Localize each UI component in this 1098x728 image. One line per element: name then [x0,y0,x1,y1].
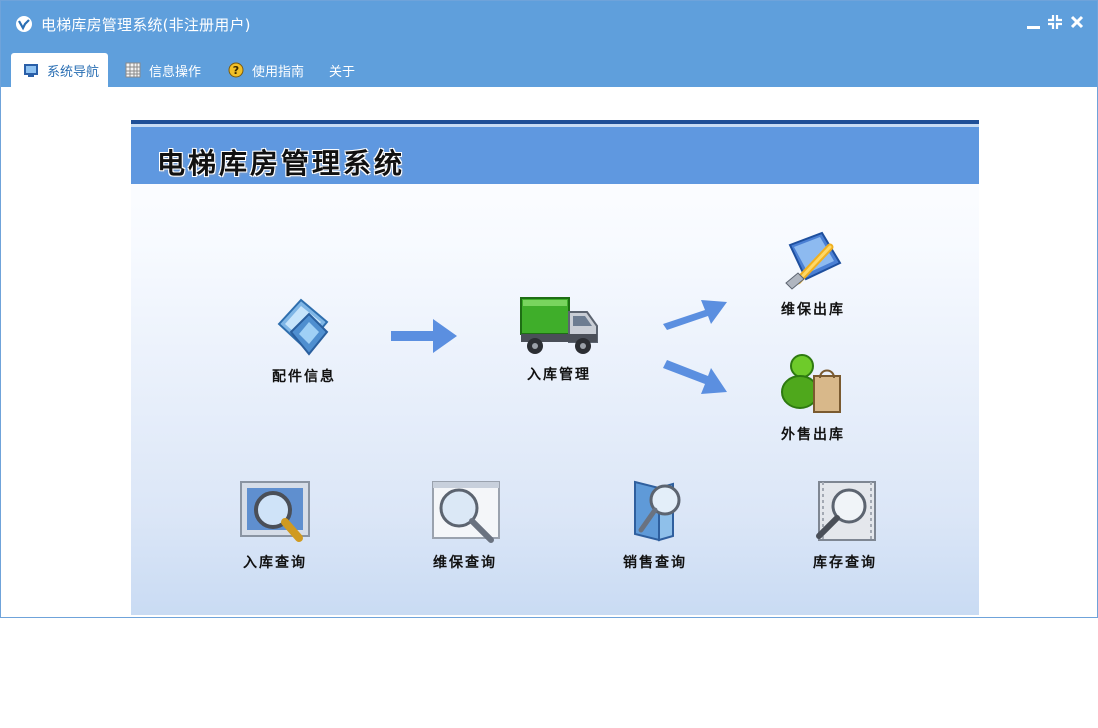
monitor-icon [24,64,38,77]
sales-query-label: 销售查询 [623,555,687,571]
app-logo-icon [16,16,32,32]
tab-label: 关于 [329,64,356,80]
sales-out-button[interactable]: 外售出库 [771,350,855,444]
menu-bar: 系统导航 信息操作 ? 使用指南 关于 [1,45,1097,87]
maintenance-search-icon [432,481,500,543]
inventory-search-icon [816,481,876,541]
inventory-query-label: 库存查询 [813,555,877,571]
window-title: 电梯库房管理系统(非注册用户) [41,16,251,34]
sales-search-icon [634,480,681,542]
tab-about[interactable]: 关于 [329,53,355,87]
flow-arrow-down-icon [663,360,727,394]
parts-info-icon [277,298,329,356]
grid-icon [125,62,141,78]
inventory-query-button[interactable]: 库存查询 [801,478,889,572]
minimize-icon[interactable] [1026,13,1042,31]
tab-label: 使用指南 [252,64,305,80]
maintenance-query-button[interactable]: 维保查询 [421,478,509,572]
tab-system-navigation[interactable]: 系统导航 [11,53,108,87]
stock-in-query-label: 入库查询 [243,555,307,571]
help-icon: ? [228,62,244,78]
content-area: 电梯库房管理系统 配件信息 入库管理 维保出库 外售出库 入库查询 维保查询 销… [1,87,1097,617]
parts-info-label: 配件信息 [272,369,336,385]
parts-info-button[interactable]: 配件信息 [261,292,347,386]
restore-icon[interactable] [1047,13,1063,31]
stock-in-query-button[interactable]: 入库查询 [231,478,319,572]
flow-arrow-icon [391,319,457,353]
svg-text:?: ? [233,64,239,77]
truck-icon [520,297,598,354]
sales-out-label: 外售出库 [781,427,845,443]
tab-label: 信息操作 [149,64,202,80]
main-window: 电梯库房管理系统(非注册用户) 系统导航 信息操作 ? 使用指南 关于 电梯库房… [0,0,1098,618]
panel-title: 电梯库房管理系统 [157,147,406,180]
tab-user-guide[interactable]: ? 使用指南 [228,53,304,87]
close-icon[interactable] [1069,13,1085,31]
stock-in-management-button[interactable]: 入库管理 [514,292,604,384]
maintenance-out-button[interactable]: 维保出库 [771,225,855,319]
customer-bag-icon [781,354,841,413]
tab-label: 系统导航 [47,64,100,80]
panel-header: 电梯库房管理系统 [131,120,979,184]
maintenance-query-label: 维保查询 [433,555,497,571]
stockin-search-icon [240,481,310,542]
stock-in-management-label: 入库管理 [527,367,591,383]
flow-arrow-up-icon [663,300,727,330]
navigation-panel: 电梯库房管理系统 配件信息 入库管理 维保出库 外售出库 入库查询 维保查询 销… [131,120,979,615]
sales-query-button[interactable]: 销售查询 [611,478,699,572]
wrench-icon [785,231,842,290]
tab-info-operations[interactable]: 信息操作 [125,53,201,87]
maintenance-out-label: 维保出库 [781,302,845,318]
title-bar[interactable]: 电梯库房管理系统(非注册用户) [1,1,1097,45]
